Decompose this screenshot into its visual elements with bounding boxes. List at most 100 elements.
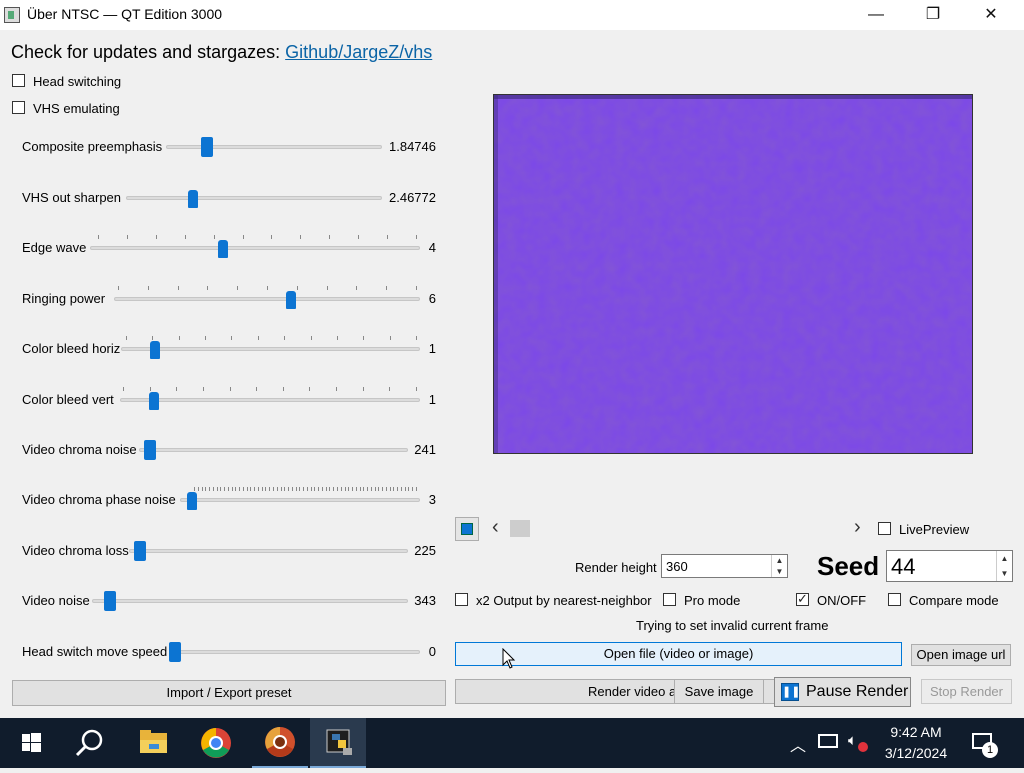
save-image-button[interactable]: Save image <box>674 679 764 704</box>
slider-tick <box>224 487 226 491</box>
network-icon[interactable] <box>818 734 838 748</box>
windows-start-icon[interactable] <box>2 718 58 768</box>
slider-track[interactable] <box>166 145 382 149</box>
slider-handle[interactable] <box>169 642 181 662</box>
render-height-up-icon[interactable]: ▲ <box>771 555 787 566</box>
seed-input[interactable]: 44 ▲ ▼ <box>886 550 1013 582</box>
live-preview-checkbox[interactable] <box>878 522 891 535</box>
pro-mode-checkbox[interactable] <box>663 593 676 606</box>
slider-handle[interactable] <box>200 137 213 157</box>
timeline-thumb[interactable] <box>510 520 530 537</box>
slider-handle[interactable] <box>134 541 147 561</box>
noise-texture <box>494 95 972 453</box>
pause-render-button[interactable]: ❚❚ Pause Render <box>774 677 911 707</box>
open-file-button[interactable]: Open file (video or image) <box>455 642 902 666</box>
chrome-alt-icon[interactable] <box>252 718 308 768</box>
slider-tick <box>276 487 278 491</box>
slider-handle[interactable] <box>218 240 228 258</box>
taskbar: ︿ 🔈︎ 9:42 AM 3/12/2024 1 <box>0 718 1024 768</box>
slider-tick <box>123 387 124 391</box>
head-switching-checkbox[interactable] <box>12 74 25 87</box>
slider-label: Composite preemphasis <box>22 139 163 154</box>
scroll-left-arrow[interactable]: ‹ <box>492 516 499 539</box>
slider-tick <box>385 487 387 491</box>
slider-tick <box>205 487 207 491</box>
search-icon[interactable] <box>62 718 118 768</box>
slider-tick <box>147 286 149 290</box>
slider-tick <box>239 487 241 491</box>
slider-handle[interactable] <box>144 440 157 460</box>
slider-tick <box>416 387 417 391</box>
slider-handle[interactable] <box>104 591 117 611</box>
slider-handle[interactable] <box>149 392 159 410</box>
slider-track[interactable] <box>90 246 420 250</box>
seed-up-icon[interactable]: ▲ <box>996 551 1012 566</box>
slider-tick <box>231 336 233 340</box>
slider-track[interactable] <box>139 448 408 452</box>
slider-handle[interactable] <box>187 190 198 208</box>
slider-tick <box>374 487 376 491</box>
refresh-frame-button[interactable] <box>455 517 479 541</box>
slider-handle[interactable] <box>186 492 197 510</box>
slider-tick <box>282 387 284 391</box>
slider-track[interactable] <box>114 297 420 301</box>
render-height-down-icon[interactable]: ▼ <box>771 566 787 577</box>
compare-mode-checkbox[interactable] <box>888 593 901 606</box>
seed-down-icon[interactable]: ▼ <box>996 566 1012 581</box>
slider-tick <box>397 487 399 491</box>
vhs-emulating-checkbox[interactable] <box>12 101 25 114</box>
github-link[interactable]: Github/JargeZ/vhs <box>285 42 432 62</box>
maximize-button[interactable]: ❐ <box>910 0 956 30</box>
slider-tick <box>201 487 203 491</box>
scroll-right-arrow[interactable]: › <box>854 516 861 539</box>
stop-render-button[interactable]: Stop Render <box>921 679 1012 704</box>
slider-tick <box>235 487 237 491</box>
clock-time[interactable]: 9:42 AM <box>878 724 954 740</box>
slider-handle[interactable] <box>149 341 160 359</box>
slider-tick <box>408 487 410 491</box>
render-height-input[interactable]: 360 ▲ ▼ <box>661 554 788 578</box>
python-app-icon[interactable] <box>310 718 366 768</box>
slider-tick <box>326 286 328 290</box>
open-image-url-button[interactable]: Open image url <box>911 644 1011 666</box>
slider-tick <box>310 487 312 491</box>
slider-tick <box>194 487 195 491</box>
file-explorer-icon[interactable] <box>125 718 181 768</box>
clock-date[interactable]: 3/12/2024 <box>878 745 954 761</box>
chrome-icon[interactable] <box>188 718 244 768</box>
slider-tick <box>378 487 380 491</box>
slider-tick <box>250 487 252 491</box>
seed-label: Seed <box>817 551 880 581</box>
minimize-button[interactable]: — <box>853 0 899 30</box>
slider-tick <box>363 487 365 491</box>
slider-track[interactable] <box>92 599 408 603</box>
slider-tick <box>257 336 259 340</box>
notification-count-badge: 1 <box>982 742 998 758</box>
tray-chevron-icon[interactable]: ︿ <box>790 732 806 756</box>
update-header-text: Check for updates and stargazes: <box>11 42 286 62</box>
slider-track[interactable] <box>129 549 408 553</box>
x2-output-label: x2 Output by nearest-neighbor <box>476 593 652 608</box>
volume-muted-icon[interactable]: 🔈︎ <box>848 732 857 749</box>
timeline-scrollbar[interactable]: ‹ › <box>490 516 870 539</box>
slider-label: Color bleed vert <box>22 392 114 407</box>
slider-tick <box>126 336 127 340</box>
slider-track[interactable] <box>120 398 420 402</box>
slider-tick <box>333 487 335 491</box>
slider-tick <box>280 487 282 491</box>
slider-tick <box>242 487 244 491</box>
slider-tick <box>231 487 233 491</box>
slider-track[interactable] <box>126 196 382 200</box>
slider-tick <box>370 487 372 491</box>
import-export-preset-button[interactable]: Import / Export preset <box>12 680 446 706</box>
close-button[interactable]: ✕ <box>968 0 1014 30</box>
slider-tick <box>256 387 258 391</box>
slider-tick <box>359 487 361 491</box>
slider-label: Video chroma loss <box>22 543 129 558</box>
slider-tick <box>296 286 298 290</box>
slider-label: VHS out sharpen <box>22 190 122 205</box>
slider-tick <box>227 487 229 491</box>
x2-output-checkbox[interactable] <box>455 593 468 606</box>
on-off-checkbox[interactable] <box>796 591 809 607</box>
slider-handle[interactable] <box>285 291 296 309</box>
